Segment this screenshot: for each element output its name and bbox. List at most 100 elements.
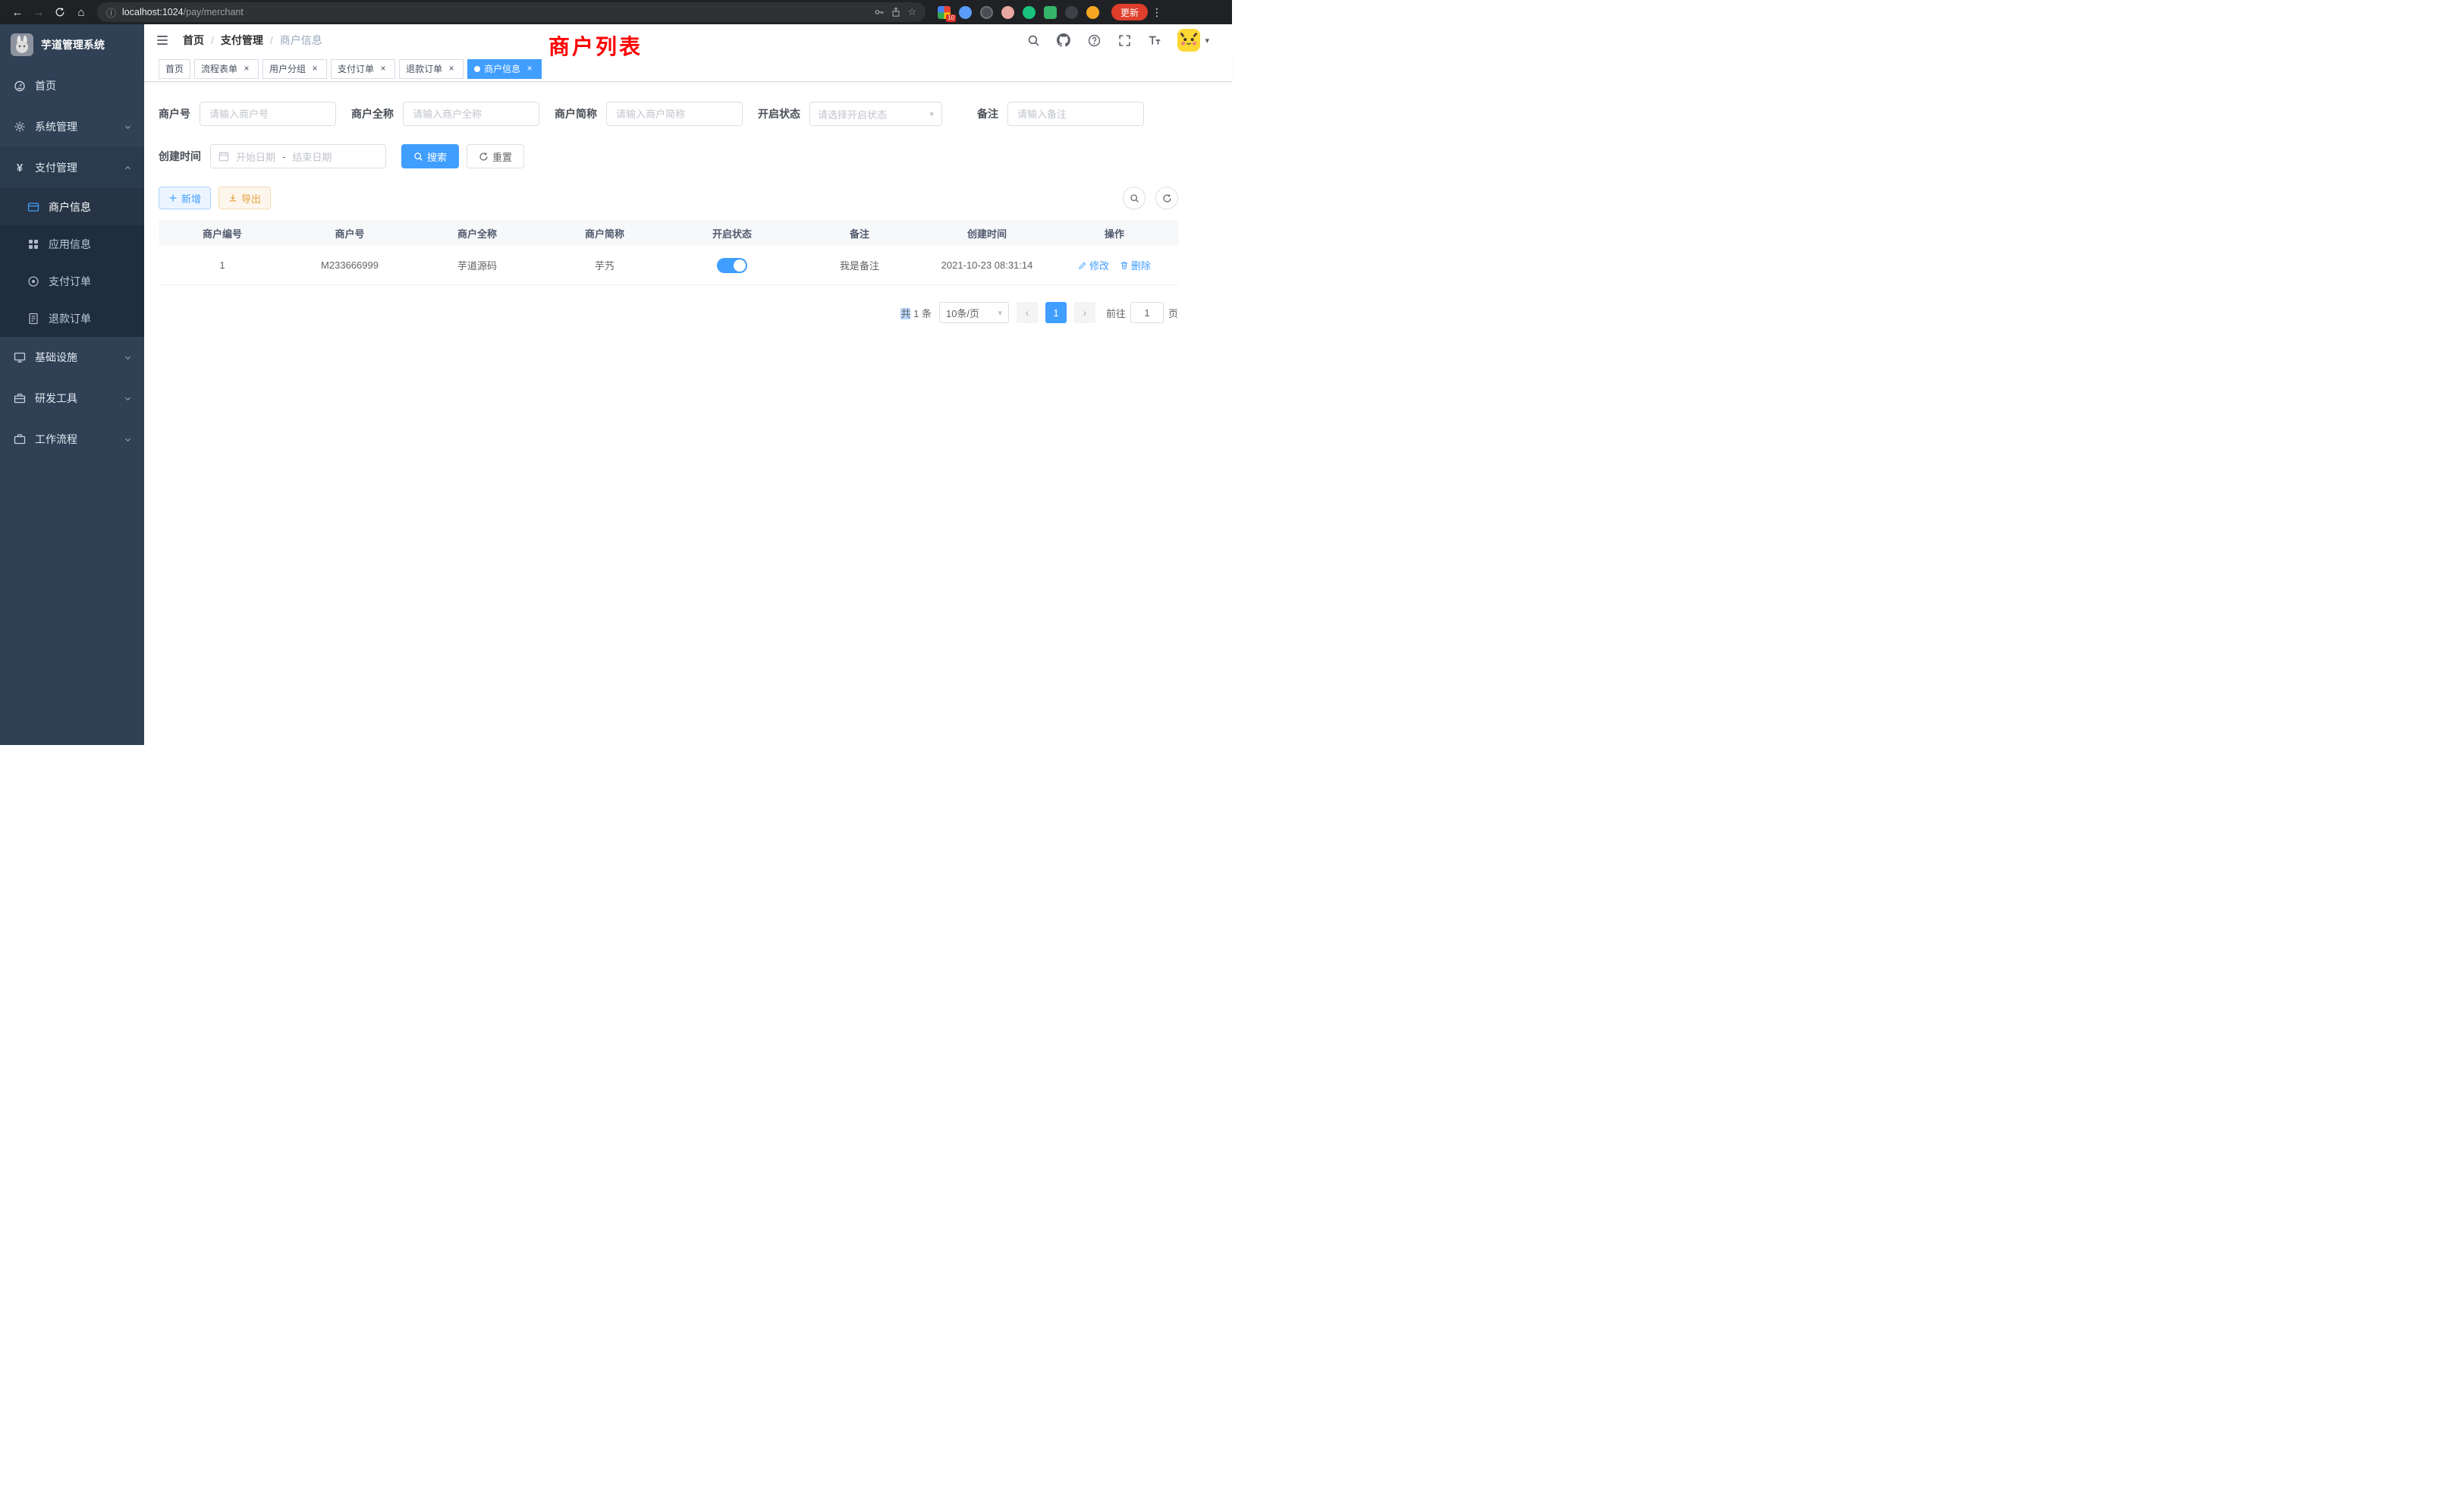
sidebar-item-system[interactable]: 系统管理 (0, 106, 144, 147)
goto-suffix: 页 (1168, 306, 1178, 320)
close-icon[interactable]: × (310, 64, 320, 74)
sidebar-item-home[interactable]: 首页 (0, 65, 144, 106)
total-count: 1 (913, 308, 919, 319)
tab-label: 首页 (165, 62, 184, 75)
tab-home[interactable]: 首页 (159, 59, 190, 79)
cell-short-name: 芋艿 (541, 246, 668, 284)
sidebar-item-dev-tools[interactable]: 研发工具 (0, 378, 144, 419)
page-number-current[interactable]: 1 (1045, 302, 1067, 323)
right-toolbar (1123, 187, 1178, 209)
sidebar-menu: 首页 系统管理 ¥ 支付管理 商户信息 (0, 65, 144, 460)
full-name-input[interactable] (403, 102, 539, 126)
browser-forward-button[interactable]: → (29, 2, 49, 22)
grid-icon (27, 238, 39, 250)
total-suffix: 条 (922, 308, 932, 319)
remark-input[interactable] (1007, 102, 1144, 126)
export-button-label: 导出 (241, 191, 261, 206)
create-time-range-picker[interactable]: 开始日期 - 结束日期 (210, 144, 386, 168)
tab-payment-orders[interactable]: 支付订单 × (331, 59, 395, 79)
next-page-button[interactable]: › (1074, 302, 1095, 323)
sidebar-item-payment[interactable]: ¥ 支付管理 (0, 147, 144, 188)
short-name-input[interactable] (606, 102, 743, 126)
extension-icon[interactable] (1023, 6, 1036, 19)
edit-link-label: 修改 (1089, 258, 1109, 272)
tab-merchant-info[interactable]: 商户信息 × (467, 59, 542, 79)
browser-back-button[interactable]: ← (8, 2, 27, 22)
cell-full-name: 芋道源码 (413, 246, 541, 284)
url-path: /pay/merchant (184, 7, 244, 17)
fullscreen-icon[interactable] (1117, 33, 1132, 48)
add-button[interactable]: 新增 (159, 187, 211, 209)
goto-page-input[interactable] (1130, 302, 1164, 323)
delete-link[interactable]: 删除 (1120, 258, 1151, 272)
extension-icon[interactable] (1065, 6, 1078, 19)
tab-user-group[interactable]: 用户分组 × (262, 59, 327, 79)
app-logo: 芋道管理系统 (0, 24, 144, 65)
sidebar-item-workflow[interactable]: 工作流程 (0, 419, 144, 460)
browser-home-button[interactable]: ⌂ (71, 2, 91, 22)
extension-icon[interactable]: 10 (938, 6, 951, 19)
column-header: 操作 (1051, 220, 1178, 246)
github-icon[interactable] (1056, 33, 1071, 48)
page-size-select[interactable]: 10条/页 ▾ (939, 302, 1009, 323)
navbar-actions: ▾ (1026, 29, 1209, 52)
sidebar: 芋道管理系统 首页 系统管理 ¥ 支付管理 (0, 24, 144, 745)
sidebar-item-refund-orders[interactable]: 退款订单 (0, 300, 144, 337)
toolbox-icon (14, 392, 26, 404)
share-icon[interactable] (891, 7, 901, 17)
export-button[interactable]: 导出 (218, 187, 271, 209)
refresh-icon[interactable] (1155, 187, 1178, 209)
sidebar-item-merchant-info[interactable]: 商户信息 (0, 188, 144, 225)
cell-remark: 我是备注 (796, 246, 923, 284)
column-header: 商户编号 (159, 220, 286, 246)
sidebar-item-infrastructure[interactable]: 基础设施 (0, 337, 144, 378)
status-toggle[interactable] (717, 258, 747, 273)
cell-create-time: 2021-10-23 08:31:14 (923, 246, 1051, 284)
close-icon[interactable]: × (378, 64, 388, 74)
monitor-icon (14, 351, 26, 363)
user-avatar-menu[interactable]: ▾ (1177, 29, 1209, 52)
tab-refund-orders[interactable]: 退款订单 × (399, 59, 464, 79)
breadcrumb-home[interactable]: 首页 (183, 33, 204, 48)
browser-refresh-button[interactable] (50, 2, 70, 22)
search-icon[interactable] (1026, 33, 1041, 48)
hamburger-icon[interactable] (156, 33, 171, 48)
briefcase-icon (14, 433, 26, 445)
breadcrumb-payment[interactable]: 支付管理 (221, 33, 263, 48)
help-icon[interactable] (1086, 33, 1102, 48)
close-icon[interactable]: × (446, 64, 457, 74)
dashboard-icon (14, 80, 26, 92)
tab-process-form[interactable]: 流程表单 × (194, 59, 259, 79)
extension-icon[interactable] (1001, 6, 1014, 19)
close-icon[interactable]: × (241, 64, 252, 74)
filter-form-row-2: 创建时间 开始日期 - 结束日期 搜索 (159, 144, 1178, 187)
extension-icon[interactable] (980, 6, 993, 19)
edit-link[interactable]: 修改 (1078, 258, 1109, 272)
close-icon[interactable]: × (524, 64, 535, 74)
top-navbar: 首页 / 支付管理 / 商户信息 商户列表 (144, 24, 1232, 56)
sidebar-item-payment-orders[interactable]: 支付订单 (0, 262, 144, 300)
status-select[interactable]: 请选择开启状态 ▾ (809, 102, 942, 126)
site-info-icon[interactable]: ⓘ (106, 5, 116, 20)
search-button[interactable]: 搜索 (401, 144, 459, 168)
pagination: 共 1 条 10条/页 ▾ ‹ 1 › 前往 页 (159, 302, 1178, 323)
sidebar-item-app-info[interactable]: 应用信息 (0, 225, 144, 262)
browser-menu-icon[interactable]: ⋮ (1149, 6, 1164, 19)
sidebar-item-label: 支付管理 (35, 160, 77, 175)
toggle-search-icon[interactable] (1123, 187, 1146, 209)
extension-icon[interactable] (959, 6, 972, 19)
reset-button[interactable]: 重置 (467, 144, 524, 168)
prev-page-button[interactable]: ‹ (1017, 302, 1038, 323)
extension-icon[interactable] (1086, 6, 1099, 19)
extension-icon[interactable] (1044, 6, 1057, 19)
password-key-icon[interactable] (874, 7, 885, 17)
url-text: localhost:1024/pay/merchant (122, 7, 244, 17)
address-bar[interactable]: ⓘ localhost:1024/pay/merchant ☆ (97, 2, 926, 22)
chrome-update-button[interactable]: 更新 (1111, 4, 1148, 20)
yen-icon: ¥ (14, 162, 26, 174)
merchant-no-input[interactable] (200, 102, 336, 126)
column-header: 商户简称 (541, 220, 668, 246)
date-start-placeholder: 开始日期 (236, 149, 275, 164)
bookmark-star-icon[interactable]: ☆ (907, 6, 916, 18)
font-size-icon[interactable] (1147, 33, 1162, 48)
